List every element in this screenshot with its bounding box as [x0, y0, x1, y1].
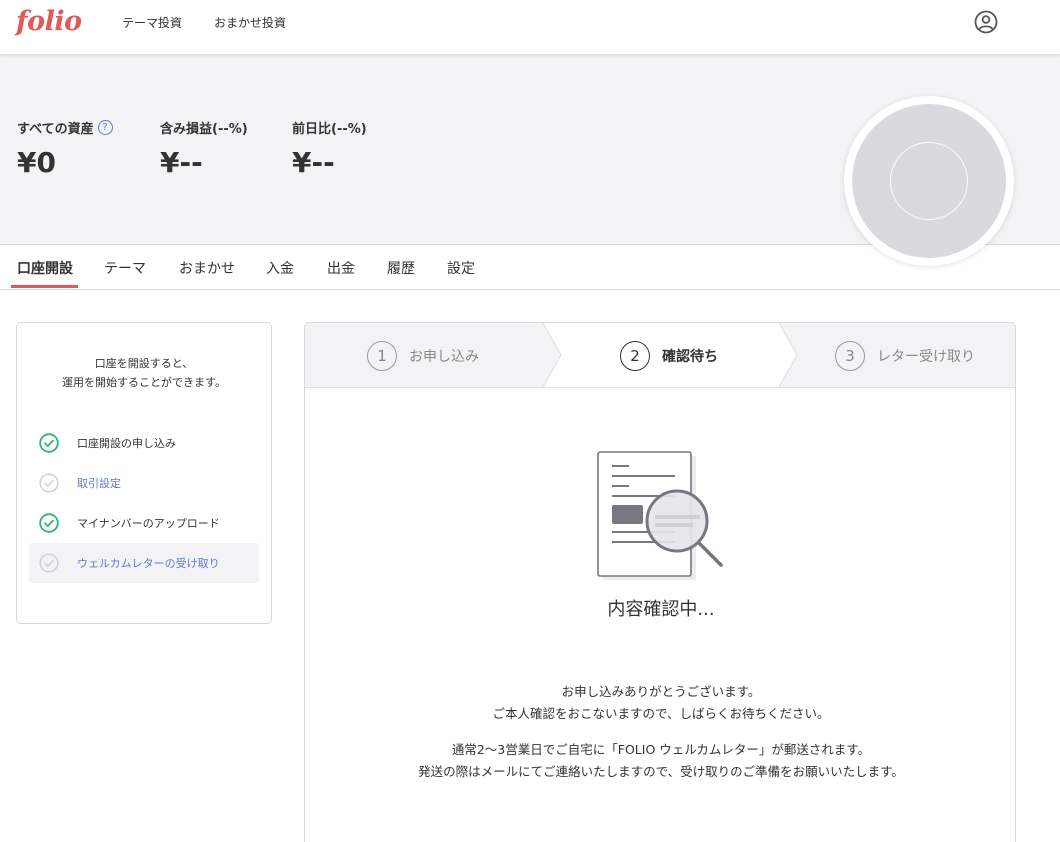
thank-you-message: お申し込みありがとうございます。 ご本人確認をおこないますので、しばらくお待ちく…	[305, 681, 1015, 725]
application-status-panel: 1 お申し込み 2 確認待ち 3 レター受け取り 内容確認中... お申し込みあ…	[304, 322, 1016, 842]
unrealized-gain-value: ¥--	[160, 146, 203, 179]
step-label: 確認待ち	[662, 349, 718, 365]
unrealized-gain: 含み損益(--%) ¥--	[160, 118, 248, 180]
step-label: レター受け取り	[877, 349, 975, 365]
progress-step-trade-settings[interactable]: 取引設定	[29, 463, 259, 503]
tab-theme[interactable]: テーマ	[104, 258, 146, 278]
message-line: ご本人確認をおこないますので、しばらくお待ちください。	[492, 706, 830, 721]
progress-step-label[interactable]: 取引設定	[77, 475, 121, 491]
help-icon[interactable]: ?	[97, 119, 113, 135]
total-assets-value: ¥0	[17, 146, 56, 179]
check-circle-icon	[39, 473, 59, 493]
account-opening-progress-card: 口座を開設すると、 運用を開始することができます。 口座開設の申し込み 取引設定…	[16, 322, 272, 624]
status-title: 内容確認中...	[607, 599, 715, 620]
step-number: 1	[367, 341, 397, 371]
tab-history[interactable]: 履歴	[387, 258, 415, 278]
check-circle-icon	[39, 433, 59, 453]
active-tab-indicator	[11, 285, 78, 288]
message-line: 発送の際はメールにてご連絡いたしますので、受け取りのご準備をお願いいたします。	[418, 764, 904, 779]
nav-omakase-invest[interactable]: おまかせ投資	[214, 14, 286, 31]
folio-logo[interactable]: folio	[16, 6, 82, 37]
message-line: 通常2〜3営業日でご自宅に「FOLIO ウェルカムレター」が郵送されます。	[451, 742, 871, 757]
progress-step-mynumber-upload: マイナンバーのアップロード	[29, 503, 259, 543]
portfolio-donut-chart	[844, 96, 1014, 266]
stepper-step-letter: 3 レター受け取り	[835, 341, 975, 371]
donut-ring	[852, 104, 1006, 258]
progress-step-label[interactable]: ウェルカムレターの受け取り	[77, 555, 220, 571]
progress-step-welcome-letter[interactable]: ウェルカムレターの受け取り	[29, 543, 259, 583]
tab-account-opening[interactable]: 口座開設	[17, 258, 73, 278]
step-number: 3	[835, 341, 865, 371]
user-circle-icon[interactable]	[974, 10, 998, 34]
stepper-step-apply: 1 お申し込み	[367, 341, 479, 371]
check-circle-icon	[39, 553, 59, 573]
day-change-value: ¥--	[292, 146, 335, 179]
day-change-label: 前日比(--%)	[292, 121, 367, 137]
unrealized-gain-label: 含み損益(--%)	[160, 121, 248, 137]
day-change: 前日比(--%) ¥--	[292, 118, 367, 180]
top-nav: folio テーマ投資 おまかせ投資	[0, 0, 1060, 54]
progress-step-application: 口座開設の申し込み	[29, 423, 259, 463]
tab-omakase[interactable]: おまかせ	[179, 258, 235, 278]
step-number: 2	[620, 341, 650, 371]
message-line: お申し込みありがとうございます。	[561, 684, 761, 699]
donut-hole	[890, 142, 968, 220]
check-circle-icon	[39, 513, 59, 533]
stepper-step-review: 2 確認待ち	[620, 341, 718, 371]
tab-deposit[interactable]: 入金	[266, 258, 294, 278]
total-assets-label: すべての資産	[17, 121, 94, 137]
intro-line-1: 口座を開設すると、	[94, 357, 194, 370]
tab-withdraw[interactable]: 出金	[327, 258, 355, 278]
shipping-message: 通常2〜3営業日でご自宅に「FOLIO ウェルカムレター」が郵送されます。 発送…	[305, 739, 1015, 783]
progress-intro: 口座を開設すると、 運用を開始することができます。	[17, 354, 271, 392]
document-magnifier-icon	[597, 451, 723, 580]
progress-step-label: マイナンバーのアップロード	[77, 517, 220, 530]
total-assets: すべての資産 ? ¥0	[17, 118, 113, 179]
nav-theme-invest[interactable]: テーマ投資	[122, 14, 182, 31]
step-label: お申し込み	[409, 349, 479, 365]
tab-settings[interactable]: 設定	[447, 258, 475, 278]
progress-step-label: 口座開設の申し込み	[77, 437, 176, 450]
intro-line-2: 運用を開始することができます。	[62, 376, 226, 389]
application-stepper: 1 お申し込み 2 確認待ち 3 レター受け取り	[305, 323, 1015, 388]
